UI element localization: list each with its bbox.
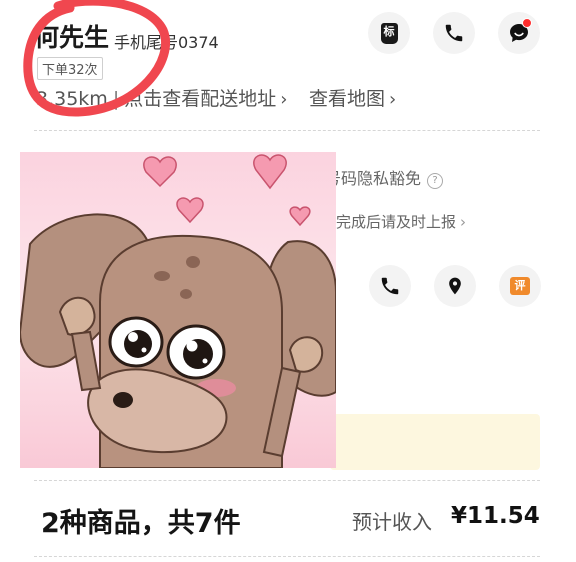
chevron-right-icon: › <box>460 213 467 231</box>
info-icon[interactable]: ? <box>427 173 444 189</box>
call-merchant-button[interactable] <box>369 265 411 307</box>
review-icon: 评 <box>510 277 530 295</box>
location-button[interactable] <box>434 265 476 307</box>
customer-name: 何先生 <box>34 23 110 52</box>
order-count-badge: 下单32次 <box>37 57 103 80</box>
income-value: ¥11.54 <box>451 503 540 529</box>
message-button[interactable] <box>498 12 540 54</box>
location-pin-icon <box>449 277 461 295</box>
phone-tail: 手机尾号0374 <box>114 33 219 52</box>
privacy-exempt-label: 号码隐私豁免? <box>325 165 444 189</box>
notification-dot <box>522 18 532 28</box>
divider <box>34 480 540 481</box>
view-map-link[interactable]: 查看地图 › <box>309 84 396 111</box>
address-link[interactable]: 3.35km | 点击查看配送地址 › <box>36 84 287 111</box>
divider <box>34 556 540 557</box>
tag-button[interactable]: 标 <box>368 12 410 54</box>
income-label: 预计收入 <box>352 510 432 534</box>
order-card: 何先生 手机尾号0374 下单32次 标 3.35km | 点击查看配送地址 › 查看… <box>0 0 576 562</box>
view-address-label: 点击查看配送地址 <box>124 88 277 110</box>
separator: | <box>112 88 120 110</box>
notice-banner <box>330 414 540 470</box>
report-link[interactable]: 完成后请及时上报 › <box>336 211 466 232</box>
items-summary: 2种商品，共7件 <box>41 508 241 539</box>
dog-sticker-icon <box>20 152 336 468</box>
privacy-text: 号码隐私豁免 <box>325 169 422 188</box>
chevron-right-icon: › <box>280 89 288 110</box>
divider <box>34 130 540 131</box>
report-label: 完成后请及时上报 <box>336 213 457 231</box>
review-button[interactable]: 评 <box>499 265 541 307</box>
call-customer-button[interactable] <box>433 12 475 54</box>
phone-icon <box>381 277 399 295</box>
chevron-right-icon: › <box>389 89 397 110</box>
view-map-label: 查看地图 <box>309 88 386 110</box>
distance-value: 3.35km <box>36 88 108 110</box>
cartoon-sticker-image <box>20 152 336 468</box>
tag-icon: 标 <box>380 22 398 44</box>
phone-icon <box>445 24 463 42</box>
